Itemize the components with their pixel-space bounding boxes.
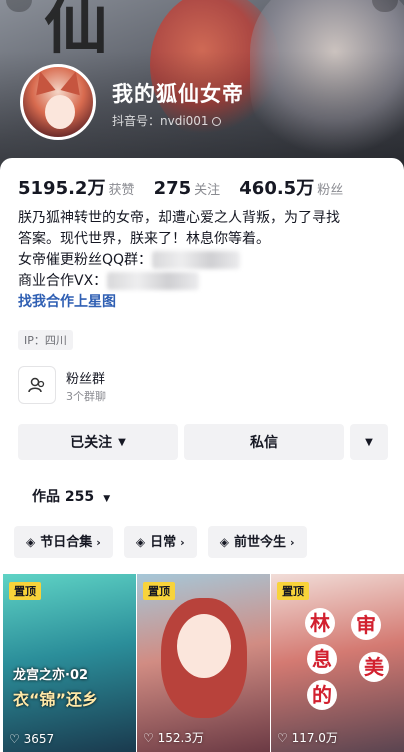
bio-line-2: 答案。现代世界，朕来了！林息你等着。 [18, 231, 270, 247]
collection-label: 日常 [150, 535, 177, 550]
bio-qq-line: 女帝催更粉丝QQ群： [18, 250, 388, 271]
avatar[interactable] [20, 64, 96, 140]
pinned-badge: 置顶 [277, 582, 309, 600]
message-label: 私信 [250, 435, 278, 451]
pinned-badge: 置顶 [143, 582, 175, 600]
followed-button[interactable]: 已关注 ▼ [18, 424, 178, 460]
chevron-right-icon: › [290, 536, 295, 549]
collection-chip-daily[interactable]: ◈ 日常 › [123, 526, 197, 558]
video-tile[interactable]: 置顶 林 息 的 审 美 ♡ 117.0万 [271, 574, 404, 752]
collections-row: ◈ 节日合集 › ◈ 日常 › ◈ 前世今生 › [14, 526, 313, 558]
profile-card: 5195.2万 获赞 275 关注 460.5万 粉丝 朕乃狐神转世的女帝，却遭心爱之… [0, 158, 404, 752]
stat-likes-count: 5195.2万 [18, 178, 106, 199]
star-map-link[interactable]: 找我合作上星图 [18, 292, 388, 313]
douyin-id-text: 抖音号：nvdi001 [112, 114, 209, 128]
stat-following-count: 275 [153, 178, 192, 199]
collection-chip-festival[interactable]: ◈ 节日合集 › [14, 526, 113, 558]
stats-row: 5195.2万 获赞 275 关注 460.5万 粉丝 [18, 174, 357, 200]
video-grid: 置顶 龙宫之亦·02 衣“锦”还乡 ♡ 3657 置顶 ♡ 152.3万 置顶 … [0, 574, 404, 752]
tile-word: 美 [359, 652, 389, 682]
fans-group-count: 3个群聊 [66, 390, 106, 403]
bio-qq-label: 女帝催更粉丝QQ群： [18, 252, 153, 268]
ip-location-tag: IP：四川 [18, 330, 73, 350]
stat-followers-count: 460.5万 [239, 178, 315, 199]
caret-down-icon: ▼ [118, 436, 126, 448]
like-count: ♡ 117.0万 [277, 731, 338, 745]
stat-likes: 5195.2万 获赞 [18, 174, 134, 200]
expand-button[interactable]: ▼ [350, 424, 388, 460]
caret-down-icon: ▼ [365, 436, 373, 448]
fans-group-title: 粉丝群 [66, 372, 106, 387]
caret-down-icon: ▼ [100, 494, 111, 504]
chevron-right-icon: › [180, 536, 185, 549]
like-count: ♡ 152.3万 [143, 731, 204, 745]
like-count: ♡ 3657 [9, 732, 55, 746]
bio: 朕乃狐神转世的女帝，却遭心爱之人背叛，为了寻找 答案。现代世界，朕来了！林息你等… [18, 208, 388, 313]
works-tab[interactable]: 作品 255 ▼ [32, 486, 110, 506]
bio-vx-label: 商业合作VX： [18, 273, 108, 289]
collection-label: 前世今生 [234, 535, 287, 550]
tile-word: 的 [307, 680, 337, 710]
collection-chip-past-life[interactable]: ◈ 前世今生 › [207, 526, 307, 558]
video-tile[interactable]: 置顶 龙宫之亦·02 衣“锦”还乡 ♡ 3657 [3, 574, 136, 752]
pinned-badge: 置顶 [9, 582, 41, 600]
douyin-id[interactable]: 抖音号：nvdi001 [112, 112, 221, 129]
message-button[interactable]: 私信 [184, 424, 344, 460]
tile-word: 林 [305, 608, 335, 638]
copy-icon[interactable] [211, 117, 221, 126]
video-tile[interactable]: 置顶 ♡ 152.3万 [137, 574, 270, 752]
layers-icon: ◈ [135, 535, 146, 549]
fans-group-entry[interactable]: 粉丝群 3个群聊 [18, 366, 218, 406]
bio-line-1: 朕乃狐神转世的女帝，却遭心爱之人背叛，为了寻找 [18, 210, 340, 226]
redacted-qq [152, 251, 241, 269]
action-buttons: 已关注 ▼ 私信 ▼ [18, 424, 388, 460]
group-chat-icon [18, 366, 56, 404]
works-label: 作品 255 [32, 489, 95, 505]
stat-following-label: 关注 [194, 183, 221, 198]
layers-icon: ◈ [26, 535, 36, 549]
layers-icon: ◈ [219, 535, 230, 549]
stat-followers-label: 粉丝 [317, 183, 344, 198]
tile-word: 息 [307, 644, 337, 674]
collection-label: 节日合集 [40, 535, 93, 550]
tile-title-1: 龙宫之亦·02 [13, 668, 89, 683]
username: 我的狐仙女帝 [112, 82, 244, 106]
redacted-vx [107, 272, 200, 290]
chevron-right-icon: › [96, 536, 101, 549]
tile-title-2: 衣“锦”还乡 [13, 690, 99, 709]
stat-likes-label: 获赞 [108, 183, 135, 198]
stat-followers[interactable]: 460.5万 粉丝 [239, 174, 343, 200]
stat-following[interactable]: 275 关注 [154, 178, 221, 199]
bio-vx-line: 商业合作VX： [18, 271, 388, 292]
tile-word: 审 [351, 610, 381, 640]
followed-label: 已关注 [70, 435, 113, 451]
